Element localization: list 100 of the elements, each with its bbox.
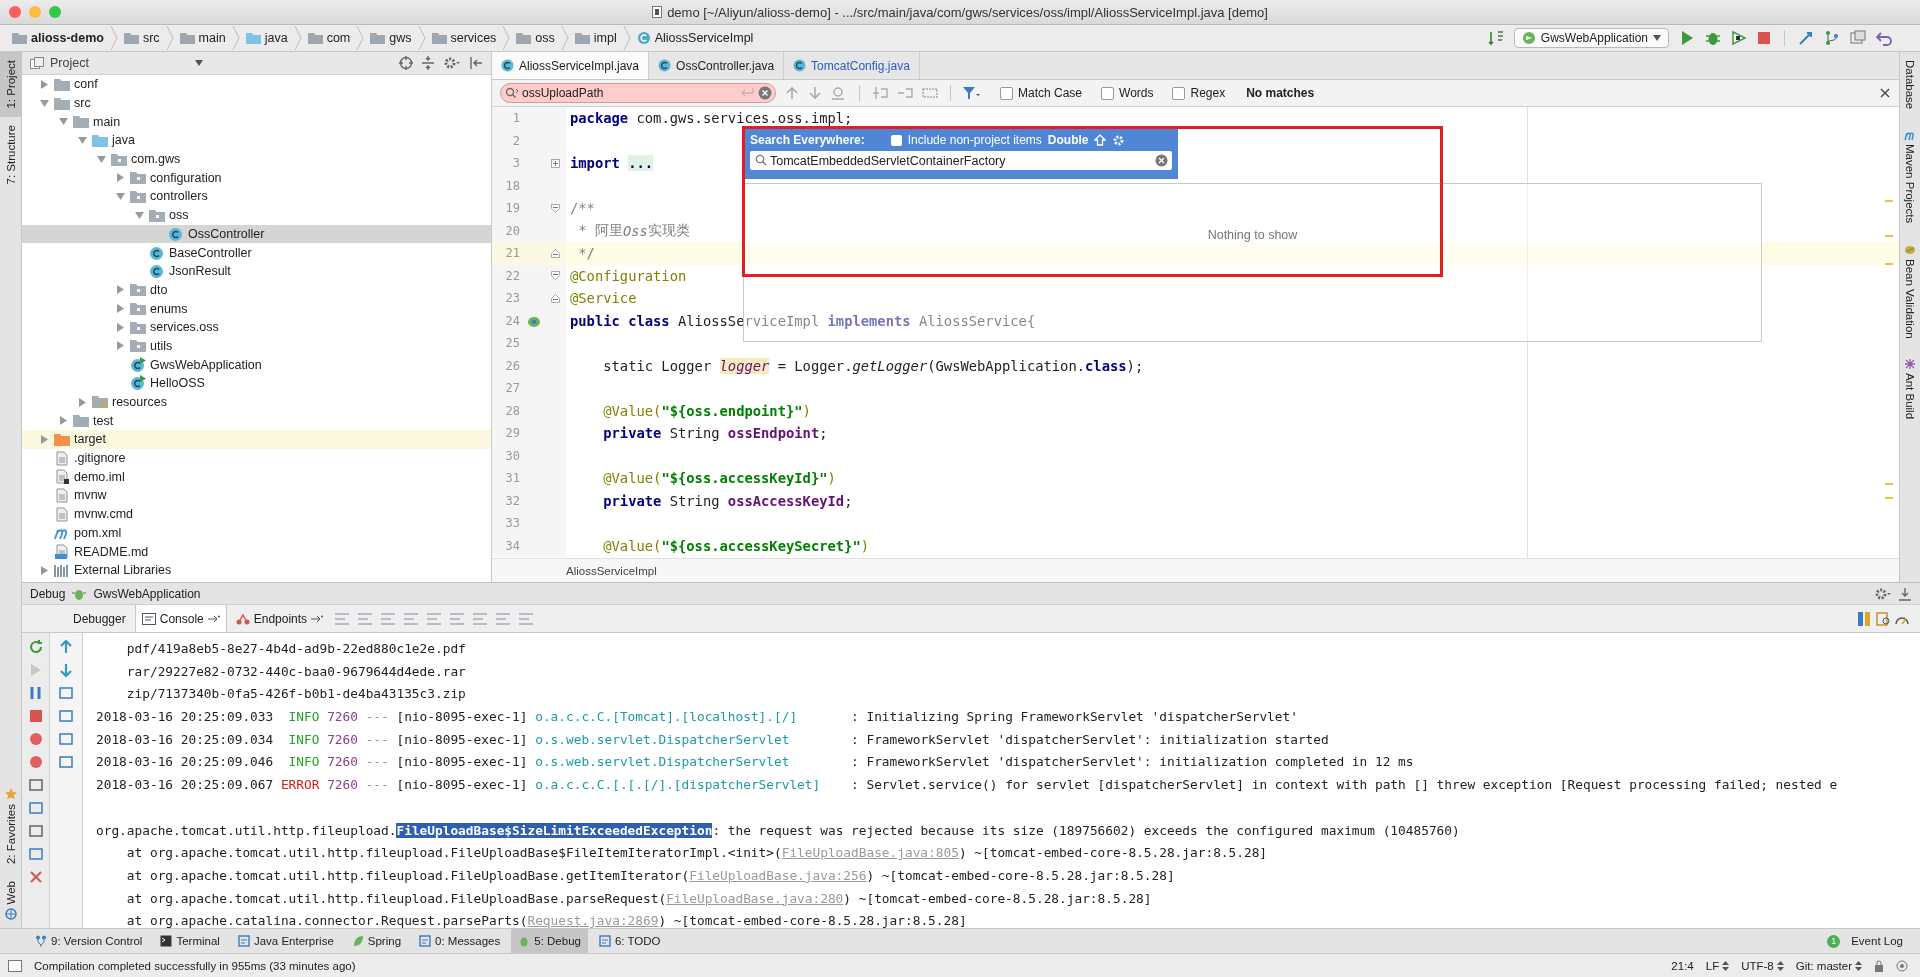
hide-panel-icon[interactable] bbox=[469, 56, 483, 70]
expand-fold-icon[interactable] bbox=[550, 158, 560, 168]
tool-window-button[interactable]: 5: Debug bbox=[511, 929, 588, 953]
debug-tab[interactable]: Debugger bbox=[67, 605, 132, 632]
coverage-icon[interactable] bbox=[1731, 30, 1747, 46]
checkbox-label[interactable]: Words bbox=[1119, 86, 1154, 100]
breadcrumb-item[interactable]: services bbox=[425, 31, 503, 45]
clear-icon[interactable] bbox=[1155, 154, 1168, 167]
up-arrow-icon[interactable] bbox=[58, 639, 74, 655]
tree-arrow-icon[interactable] bbox=[39, 79, 49, 89]
tree-item[interactable]: enums bbox=[22, 299, 491, 318]
tree-arrow-icon[interactable] bbox=[58, 117, 68, 127]
tree-item[interactable]: mvnw.cmd bbox=[22, 504, 491, 524]
pin-tab-icon[interactable] bbox=[311, 614, 324, 623]
tree-item[interactable]: dto bbox=[22, 280, 491, 300]
tree-arrow-icon[interactable] bbox=[77, 397, 87, 407]
breadcrumb-item[interactable]: AliossServiceImpl bbox=[630, 31, 760, 45]
tree-item[interactable]: JsonResult bbox=[22, 261, 491, 281]
checkbox[interactable] bbox=[1101, 86, 1115, 100]
branch-icon[interactable] bbox=[1824, 30, 1840, 46]
stop-icon[interactable] bbox=[1757, 31, 1771, 45]
tree-arrow-icon[interactable] bbox=[39, 565, 49, 575]
tool-window-button[interactable]: Bean Validation bbox=[1900, 235, 1920, 351]
tree-item[interactable]: pom.xml bbox=[22, 523, 491, 543]
tree-arrow-icon[interactable] bbox=[115, 322, 125, 332]
tool-window-button[interactable]: Terminal bbox=[153, 929, 227, 953]
checkbox-label[interactable]: Regex bbox=[1190, 86, 1226, 100]
tree-item[interactable]: resources bbox=[22, 392, 491, 412]
rerun-icon[interactable] bbox=[27, 639, 44, 655]
stop-icon[interactable] bbox=[27, 708, 44, 724]
tool-window-button[interactable]: 7: Structure bbox=[0, 116, 21, 193]
breadcrumb-item[interactable]: main bbox=[173, 31, 232, 45]
tree-arrow-icon[interactable] bbox=[96, 154, 106, 164]
git-branch-selector[interactable]: Git: master bbox=[1795, 959, 1862, 972]
sync-icon[interactable] bbox=[1798, 30, 1814, 46]
select-all-icon[interactable] bbox=[922, 86, 938, 100]
clear-icon[interactable] bbox=[758, 86, 772, 100]
fold-end-icon[interactable] bbox=[550, 248, 560, 258]
tool-window-button[interactable]: Ant Build bbox=[1900, 350, 1920, 432]
build-icon[interactable] bbox=[1487, 30, 1504, 46]
tool-window-button[interactable]: 6: TODO bbox=[591, 929, 668, 953]
debug-session-tab[interactable]: GwsWebApplication bbox=[93, 586, 201, 601]
tool-window-button[interactable]: Database bbox=[1900, 52, 1920, 122]
filter-icon[interactable] bbox=[963, 86, 981, 100]
undo-icon[interactable] bbox=[1876, 30, 1892, 46]
breadcrumb-item[interactable]: src bbox=[117, 31, 166, 45]
tree-item[interactable]: .gitignore bbox=[22, 448, 491, 468]
down-arrow-icon[interactable] bbox=[808, 86, 822, 100]
close-window-button[interactable] bbox=[9, 6, 21, 18]
tree-arrow-icon[interactable] bbox=[115, 191, 125, 201]
tool-window-button[interactable]: 1: Project bbox=[0, 52, 21, 117]
checkbox[interactable] bbox=[1000, 86, 1013, 100]
fold-icon[interactable] bbox=[550, 271, 560, 281]
maximize-window-button[interactable] bbox=[49, 6, 61, 18]
tree-item[interactable]: BaseController bbox=[22, 243, 491, 262]
threads-icon[interactable] bbox=[1856, 610, 1872, 627]
inspector-icon[interactable] bbox=[1896, 959, 1908, 972]
mute-icon[interactable] bbox=[27, 754, 44, 770]
find-field[interactable]: ossUploadPath bbox=[500, 83, 776, 103]
tree-arrow-icon[interactable] bbox=[39, 98, 49, 108]
debug-icon[interactable] bbox=[1705, 30, 1721, 46]
fold-icon[interactable] bbox=[550, 203, 560, 213]
tool-window-button[interactable]: 9: Version Control bbox=[28, 929, 150, 953]
breadcrumb-item[interactable]: oss bbox=[510, 31, 561, 45]
fold-end-icon[interactable] bbox=[550, 293, 560, 303]
tool-window-button[interactable]: Web bbox=[0, 872, 21, 928]
tree-item[interactable]: target bbox=[22, 430, 491, 449]
breadcrumb-item[interactable]: gws bbox=[364, 31, 418, 45]
breadcrumb-item[interactable]: java bbox=[239, 31, 294, 45]
tool-window-button[interactable]: 0: Messages bbox=[412, 929, 508, 953]
checkbox[interactable] bbox=[890, 134, 902, 146]
tool-window-button[interactable]: 2: Favorites bbox=[0, 780, 21, 873]
event-log-button[interactable]: Event Log bbox=[1844, 929, 1910, 953]
collapse-all-icon[interactable] bbox=[421, 56, 435, 70]
tree-item[interactable]: utils bbox=[22, 336, 491, 356]
tree-item[interactable]: src bbox=[22, 93, 491, 113]
tree-arrow-icon[interactable] bbox=[115, 341, 125, 351]
tree-item[interactable]: main bbox=[22, 112, 491, 132]
panel-toggle-icon[interactable] bbox=[8, 959, 22, 972]
tree-item[interactable]: java bbox=[22, 131, 491, 150]
run-config-dropdown[interactable]: GwsWebApplication bbox=[1513, 28, 1669, 48]
search-field[interactable]: TomcatEmbeddedServletContainerFactory bbox=[750, 151, 1172, 170]
breakpoints-icon[interactable] bbox=[27, 731, 44, 747]
window-icon[interactable] bbox=[1850, 30, 1866, 46]
checkbox[interactable] bbox=[1172, 86, 1186, 100]
line-separator-selector[interactable]: LF bbox=[1705, 959, 1730, 972]
find-all-icon[interactable] bbox=[831, 86, 847, 100]
tree-arrow-icon[interactable] bbox=[77, 135, 87, 145]
remove-selection-icon[interactable] bbox=[897, 86, 913, 100]
breadcrumb-item[interactable]: alioss-demo bbox=[6, 31, 110, 45]
tree-item[interactable]: oss bbox=[22, 205, 491, 225]
locate-icon[interactable] bbox=[399, 56, 413, 70]
tree-item[interactable]: External Libraries bbox=[22, 560, 491, 580]
tree-item[interactable]: mvnw bbox=[22, 486, 491, 505]
up-arrow-icon[interactable] bbox=[785, 86, 799, 100]
editor-tab[interactable]: TomcatConfig.java bbox=[784, 52, 920, 79]
debug-tab[interactable]: Console bbox=[134, 605, 227, 632]
add-selection-icon[interactable] bbox=[872, 86, 888, 100]
lock-icon[interactable] bbox=[1874, 959, 1884, 972]
tree-item[interactable]: OssController bbox=[22, 224, 491, 244]
